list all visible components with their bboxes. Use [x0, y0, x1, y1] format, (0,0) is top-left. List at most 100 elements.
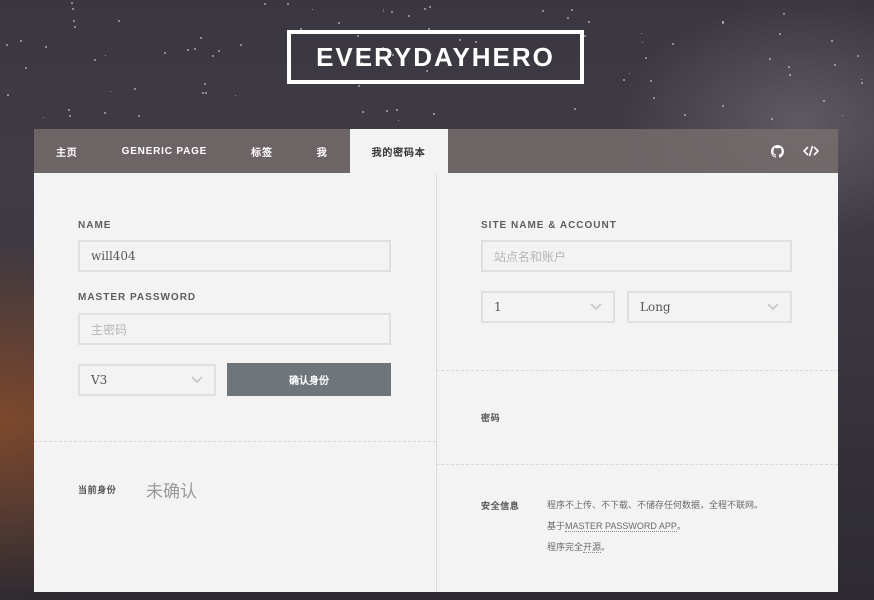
password-type-value: Long	[640, 300, 671, 314]
name-input[interactable]: will404	[78, 240, 391, 272]
star	[383, 11, 384, 12]
version-select[interactable]: V3	[78, 364, 216, 396]
star	[645, 57, 647, 59]
star	[312, 9, 313, 10]
site-logo[interactable]: EVERYDAYHERO	[287, 30, 584, 84]
star	[110, 91, 111, 92]
star	[383, 9, 384, 10]
site-account-label: SITE NAME & ACCOUNT	[481, 220, 617, 231]
star	[264, 3, 266, 5]
star	[823, 100, 825, 102]
star	[831, 40, 833, 42]
chevron-down-icon	[767, 301, 779, 314]
security-info-label: 安全信息	[481, 501, 520, 511]
security-info-line-1: 程序不上传、不下载、不储存任何数据，全程不联网。	[547, 500, 764, 510]
security-info-line-3: 程序完全开源。	[547, 537, 763, 558]
security-info-line-2: 基于MASTER PASSWORD APP。	[547, 516, 763, 537]
right-section-divider-2	[436, 464, 838, 465]
star	[194, 48, 196, 50]
star	[789, 74, 791, 76]
star	[629, 73, 630, 74]
master-password-app-link[interactable]: MASTER PASSWORD APP	[565, 521, 677, 532]
star	[94, 59, 96, 61]
star	[362, 111, 364, 113]
open-source-link[interactable]: 开源	[583, 542, 602, 553]
star	[396, 109, 398, 111]
star	[722, 22, 724, 24]
star	[287, 3, 289, 5]
security-line-2-suffix: 。	[676, 521, 686, 531]
nav-item-me[interactable]: 我	[295, 129, 350, 173]
star	[212, 55, 214, 57]
star	[6, 44, 8, 46]
star	[642, 42, 643, 43]
star	[138, 115, 140, 117]
star	[584, 35, 586, 37]
star	[25, 67, 27, 69]
star	[857, 55, 859, 57]
star	[398, 120, 399, 121]
star	[204, 83, 206, 85]
star	[842, 115, 843, 116]
star	[164, 52, 166, 54]
security-line-3-suffix: 。	[601, 542, 611, 552]
master-password-label: MASTER PASSWORD	[78, 292, 197, 303]
star	[73, 20, 75, 22]
star	[74, 26, 76, 28]
code-icon[interactable]	[794, 129, 828, 173]
star	[433, 113, 435, 115]
security-info-text: 程序不上传、不下载、不储存任何数据，全程不联网。 基于MASTER PASSWO…	[547, 495, 763, 558]
star	[861, 82, 863, 84]
star	[134, 88, 136, 90]
counter-select[interactable]: 1	[481, 291, 615, 323]
star	[779, 33, 781, 35]
star	[408, 15, 410, 17]
star	[623, 79, 625, 81]
star	[104, 112, 106, 114]
star	[7, 94, 9, 96]
master-password-input[interactable]: 主密码	[78, 313, 391, 345]
nav-item-tags[interactable]: 标签	[229, 129, 295, 173]
star	[71, 2, 73, 4]
star	[68, 109, 70, 111]
confirm-identity-button[interactable]: 确认身份	[227, 363, 391, 396]
nav-item-generic-page[interactable]: GENERIC PAGE	[100, 129, 230, 173]
star	[200, 37, 202, 39]
star	[542, 10, 544, 12]
star	[567, 17, 569, 19]
password-type-select[interactable]: Long	[627, 291, 792, 323]
left-section-divider	[34, 441, 436, 442]
star	[861, 79, 862, 80]
star	[118, 20, 120, 22]
star	[653, 97, 655, 99]
star	[235, 95, 236, 96]
star	[391, 11, 393, 13]
identity-status: 未确认	[146, 482, 197, 502]
site-account-input[interactable]: 站点名和账户	[481, 240, 792, 272]
star	[684, 114, 686, 116]
star	[240, 44, 242, 46]
star	[105, 55, 106, 56]
star	[358, 85, 360, 87]
star	[43, 117, 44, 118]
chevron-down-icon	[590, 301, 602, 314]
star	[69, 115, 71, 117]
star	[672, 43, 674, 45]
github-icon[interactable]	[760, 129, 794, 173]
star	[72, 8, 74, 10]
star	[574, 108, 576, 110]
star	[338, 22, 340, 24]
star	[588, 21, 590, 23]
nav-item-home[interactable]: 主页	[34, 129, 100, 173]
star	[424, 8, 426, 10]
generated-password-label: 密码	[481, 413, 501, 423]
star	[783, 13, 785, 15]
counter-value: 1	[494, 300, 502, 314]
password-book-panel: NAME will404 MASTER PASSWORD 主密码 V3 确认身份…	[34, 173, 838, 592]
star	[834, 64, 836, 66]
star	[386, 110, 388, 112]
name-label: NAME	[78, 220, 112, 231]
top-navigation: 主页 GENERIC PAGE 标签 我 我的密码本	[34, 129, 838, 173]
nav-item-password-book[interactable]: 我的密码本	[349, 129, 448, 173]
